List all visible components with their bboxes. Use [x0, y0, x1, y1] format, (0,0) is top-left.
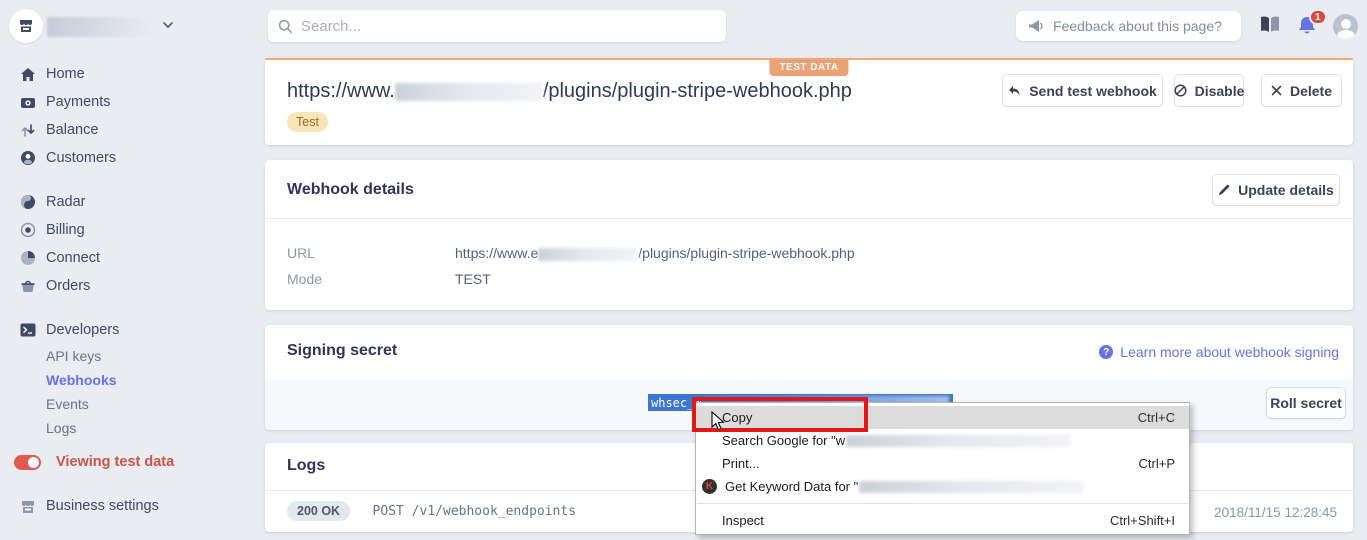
- sidebar-item-balance[interactable]: Balance: [0, 119, 250, 141]
- webhook-details-title: Webhook details: [287, 181, 414, 199]
- blurred-selection-text: [859, 481, 1084, 493]
- sidebar-item-payments[interactable]: Payments: [0, 91, 250, 113]
- search-bar[interactable]: [268, 10, 726, 42]
- search-input[interactable]: [301, 18, 716, 35]
- search-icon: [278, 19, 293, 34]
- blurred-domain: [538, 248, 638, 261]
- sidebar-item-webhooks[interactable]: Webhooks: [46, 370, 117, 390]
- context-menu-item-inspect[interactable]: Inspect Ctrl+Shift+I: [696, 509, 1189, 532]
- orders-icon: [19, 279, 36, 294]
- keywords-everywhere-icon: K: [702, 479, 717, 494]
- logs-title: Logs: [287, 457, 325, 475]
- send-arrow-icon: [1008, 85, 1021, 97]
- webhook-header-card: TEST DATA https://www./plugins/plugin-st…: [265, 58, 1353, 145]
- context-menu-item-search-google[interactable]: Search Google for "w: [696, 429, 1189, 452]
- update-details-button[interactable]: Update details: [1213, 175, 1339, 205]
- url-value: https://www.e/plugins/plugin-stripe-webh…: [455, 245, 855, 261]
- url-label: URL: [287, 245, 315, 261]
- webhook-url-title: https://www./plugins/plugin-stripe-webho…: [287, 80, 852, 103]
- sidebar-item-business-settings[interactable]: Business settings: [0, 495, 250, 517]
- divider: [265, 218, 1353, 219]
- sidebar-item-events[interactable]: Events: [46, 394, 89, 414]
- mouse-cursor: [711, 411, 726, 437]
- send-test-webhook-button[interactable]: Send test webhook: [1003, 75, 1162, 106]
- account-logo[interactable]: [9, 9, 43, 43]
- sidebar-item-home[interactable]: Home: [0, 63, 250, 85]
- payments-icon: [19, 96, 36, 109]
- log-request: POST /v1/webhook_endpoints: [373, 504, 577, 519]
- log-timestamp: 2018/11/15 12:28:45: [1214, 505, 1337, 520]
- disable-button[interactable]: Disable: [1175, 75, 1243, 106]
- disable-icon: [1174, 84, 1187, 97]
- feedback-button[interactable]: Feedback about this page?: [1016, 11, 1241, 41]
- sidebar-item-orders[interactable]: Orders: [0, 275, 250, 297]
- test-data-toggle[interactable]: [14, 455, 41, 470]
- avatar[interactable]: [1333, 14, 1358, 39]
- mode-label: Mode: [287, 271, 322, 287]
- context-menu-item-keyword-data[interactable]: KGet Keyword Data for ": [696, 475, 1189, 498]
- megaphone-icon: [1028, 19, 1044, 33]
- account-name-blurred[interactable]: [47, 17, 157, 37]
- signing-secret-title: Signing secret: [287, 342, 397, 360]
- blurred-domain: [395, 83, 543, 101]
- pencil-icon: [1218, 184, 1230, 196]
- sidebar-item-logs[interactable]: Logs: [46, 418, 76, 438]
- log-row[interactable]: 200 OK POST /v1/webhook_endpoints: [287, 501, 576, 521]
- customers-icon: [19, 150, 36, 166]
- chevron-down-icon[interactable]: [161, 18, 175, 37]
- developers-terminal-icon: [19, 323, 36, 337]
- test-data-badge: TEST DATA: [769, 60, 848, 76]
- context-menu-item-print[interactable]: Print... Ctrl+P: [696, 452, 1189, 475]
- viewing-test-data-label: Viewing test data: [56, 454, 174, 470]
- stripe-dashboard: Feedback about this page? 1 Home Payment…: [0, 0, 1367, 540]
- close-icon: [1271, 85, 1282, 96]
- help-icon: ?: [1099, 345, 1113, 359]
- connect-icon: [19, 250, 36, 266]
- notification-badge: 1: [1309, 9, 1327, 25]
- radar-icon: [19, 194, 36, 210]
- feedback-label: Feedback about this page?: [1053, 18, 1222, 34]
- test-data-toggle-row[interactable]: Viewing test data: [0, 451, 250, 473]
- billing-icon: [19, 222, 36, 238]
- docs-book-icon[interactable]: [1259, 15, 1281, 40]
- menu-separator: [697, 503, 1188, 504]
- test-mode-badge: Test: [287, 112, 328, 132]
- roll-secret-button[interactable]: Roll secret: [1267, 388, 1345, 418]
- delete-button[interactable]: Delete: [1262, 75, 1341, 106]
- sidebar-item-billing[interactable]: Billing: [0, 219, 250, 241]
- storefront-icon: [17, 17, 35, 35]
- blurred-selection-text: [846, 435, 1071, 447]
- webhook-details-card: Webhook details Update details URL https…: [265, 160, 1353, 310]
- sidebar-item-connect[interactable]: Connect: [0, 247, 250, 269]
- home-icon: [19, 67, 36, 82]
- balance-icon: [19, 123, 36, 138]
- sidebar-item-api-keys[interactable]: API keys: [46, 346, 101, 366]
- mode-value: TEST: [455, 271, 491, 287]
- status-badge: 200 OK: [287, 501, 350, 521]
- sidebar-item-developers[interactable]: Developers: [0, 319, 250, 341]
- learn-more-link[interactable]: ? Learn more about webhook signing: [1099, 344, 1339, 360]
- sidebar-item-customers[interactable]: Customers: [0, 147, 250, 169]
- business-settings-icon: [19, 499, 36, 514]
- sidebar-item-radar[interactable]: Radar: [0, 191, 250, 213]
